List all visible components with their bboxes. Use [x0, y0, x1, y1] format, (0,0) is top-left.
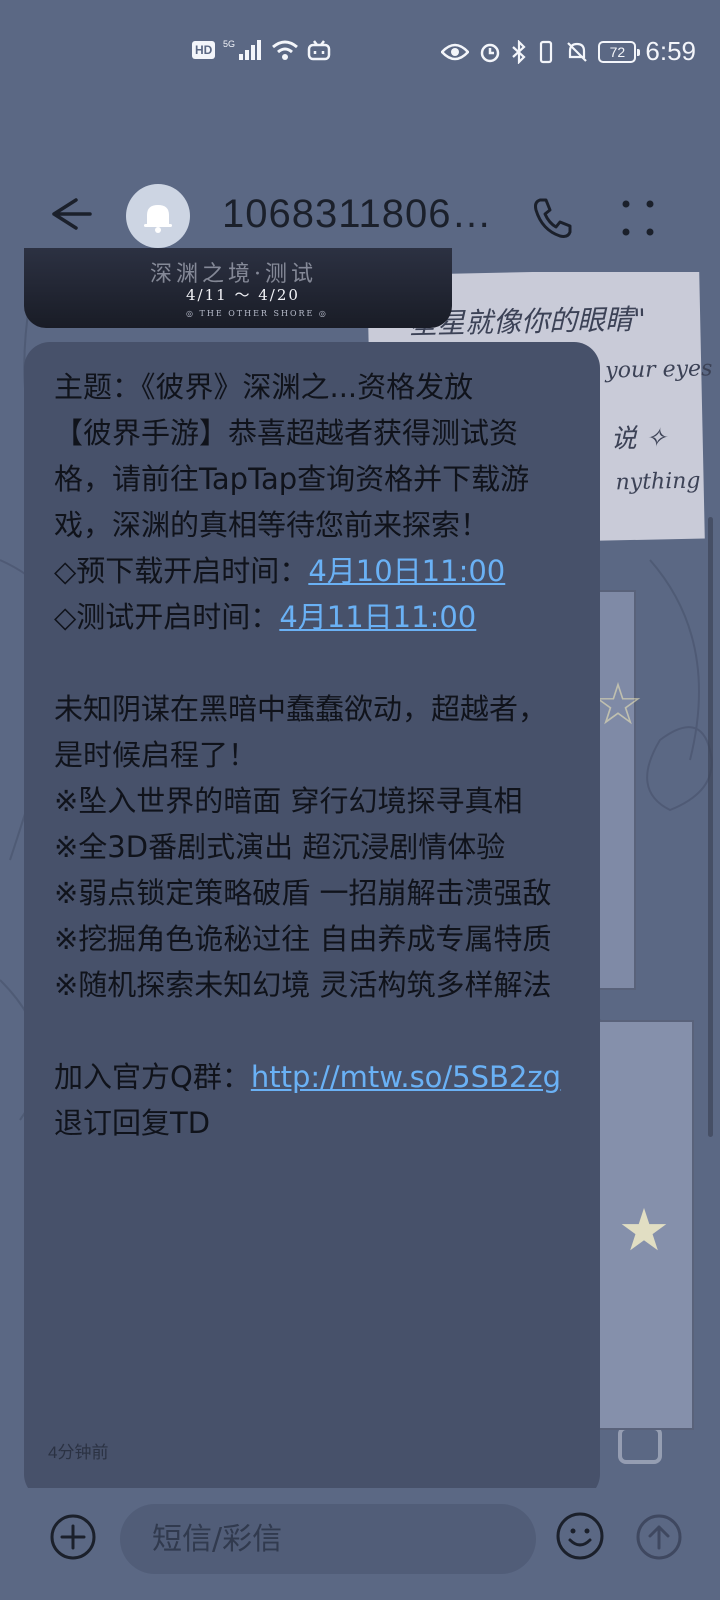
bell-icon	[144, 205, 172, 233]
test-line: ◇测试开启时间：4月11日11:00	[54, 594, 570, 640]
mute-icon	[567, 41, 588, 62]
input-bar	[0, 1488, 720, 1600]
group-label: 加入官方Q群：	[54, 1060, 251, 1094]
message-subject: 主题：《彼界》深渊之...资格发放	[54, 370, 474, 404]
group-line: 加入官方Q群：http://mtw.so/5SB2zg	[54, 1054, 570, 1100]
signal-5g-icon: 5G	[223, 39, 262, 60]
message-intro: 【彼界手游】恭喜超越者获得测试资格，请前往TapTap查询资格并下载游戏，深渊的…	[54, 416, 530, 542]
unsubscribe-text: 退订回复TD	[54, 1106, 211, 1140]
contact-name[interactable]: 1068311806…	[222, 192, 502, 237]
feature-item: ※随机探索未知幻境 灵活构筑多样解法	[54, 968, 552, 1002]
alarm-icon	[481, 43, 500, 62]
message-bubble[interactable]: 主题：《彼界》深渊之...资格发放 【彼界手游】恭喜超越者获得测试资格，请前往T…	[24, 342, 600, 1500]
test-time-link[interactable]: 4月11日11:00	[279, 600, 476, 634]
bilibili-icon	[308, 40, 331, 61]
feature-item: ※挖掘角色诡秘过往 自由养成专属特质	[54, 922, 552, 956]
chat-area[interactable]: 深渊之境·测试 4/11 ～ 4/20 ◎ THE OTHER SHORE ◎ …	[0, 248, 720, 1500]
image-message[interactable]: 深渊之境·测试 4/11 ～ 4/20 ◎ THE OTHER SHORE ◎	[24, 248, 452, 328]
bluetooth-icon	[512, 39, 526, 64]
predownload-label: ◇预下载开启时间：	[54, 554, 309, 588]
hd-badge: HD	[192, 41, 216, 59]
message-timestamp: 4分钟前	[48, 1443, 109, 1462]
feature-item: ※全3D番剧式演出 超沉浸剧情体验	[54, 830, 506, 864]
test-label: ◇测试开启时间：	[54, 600, 280, 634]
svg-text:5G: 5G	[223, 39, 235, 49]
emoji-icon[interactable]	[554, 1510, 606, 1562]
add-icon[interactable]	[48, 1512, 98, 1562]
back-arrow-icon[interactable]	[40, 184, 100, 244]
message-story: 未知阴谋在黑暗中蠢蠢欲动，超越者，是时候启程了！	[54, 692, 548, 772]
avatar[interactable]	[126, 184, 190, 248]
status-right: 72 6:59	[441, 36, 696, 67]
image-subtitle: ◎ THE OTHER SHORE ◎	[186, 309, 328, 318]
status-bar: HD 5G 72 6:59	[0, 0, 720, 104]
battery-indicator: 72	[598, 40, 641, 63]
phone-icon[interactable]	[526, 192, 578, 244]
feature-item: ※弱点锁定策略破盾 一招崩解击溃强敌	[54, 876, 552, 910]
message-input[interactable]	[120, 1504, 536, 1574]
wifi-icon	[272, 40, 299, 60]
image-dates: 4/11 ～ 4/20	[186, 286, 300, 304]
feature-item: ※坠入世界的暗面 穿行幻境探寻真相	[54, 784, 523, 818]
conversation-header: 1068311806…	[0, 104, 720, 272]
group-link[interactable]: http://mtw.so/5SB2zg	[251, 1060, 561, 1094]
predownload-time-link[interactable]: 4月10日11:00	[308, 554, 505, 588]
status-left: HD 5G	[192, 38, 331, 62]
predownload-line: ◇预下载开启时间：4月10日11:00	[54, 548, 570, 594]
scrollbar[interactable]	[708, 517, 713, 1137]
more-icon[interactable]	[618, 196, 658, 240]
send-icon[interactable]	[634, 1512, 684, 1562]
status-time: 6:59	[645, 36, 696, 66]
vibrate-icon	[540, 40, 553, 63]
eye-icon	[441, 43, 470, 60]
